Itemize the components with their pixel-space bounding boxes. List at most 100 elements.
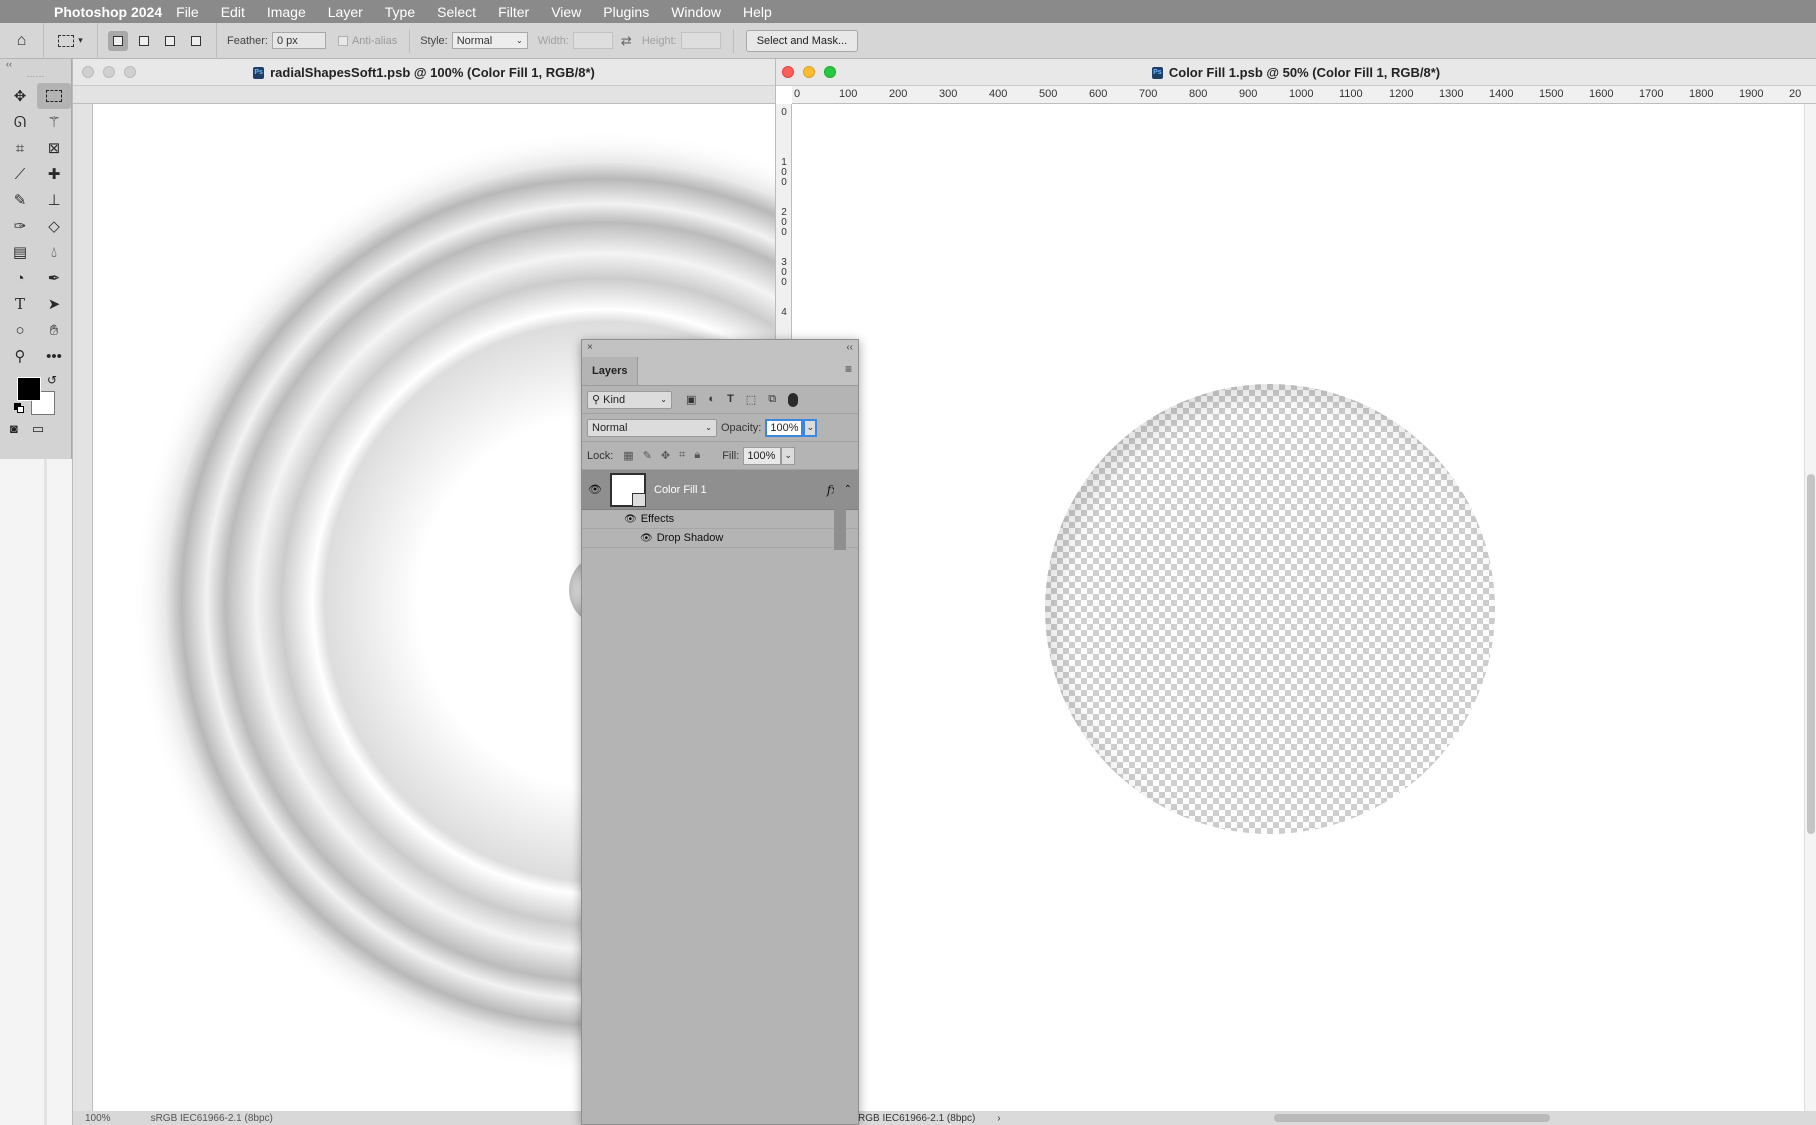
menu-help[interactable]: Help: [743, 4, 772, 20]
menu-bar: Photoshop 2024 File Edit Image Layer Typ…: [0, 0, 1816, 23]
screen-mode-icon[interactable]: ▭: [32, 421, 44, 437]
swap-dimensions-icon[interactable]: ⇄: [621, 33, 632, 49]
lock-position-icon[interactable]: ✥: [661, 449, 670, 462]
opacity-dropdown[interactable]: ⌄: [803, 418, 818, 437]
eye-icon[interactable]: 👁︎: [624, 514, 637, 525]
menu-image[interactable]: Image: [267, 4, 306, 20]
hand-icon[interactable]: ✋︎: [37, 317, 71, 343]
pixel-filter-icon[interactable]: ▣: [686, 393, 696, 407]
lasso-icon[interactable]: ᘏ: [3, 109, 37, 135]
menu-edit[interactable]: Edit: [221, 4, 245, 20]
close-icon[interactable]: ×: [587, 342, 593, 353]
move-icon[interactable]: ✥: [3, 83, 37, 109]
height-input[interactable]: [680, 32, 721, 49]
panel-menu-icon[interactable]: ≡: [845, 362, 852, 376]
horizontal-scroll-thumb[interactable]: [1274, 1114, 1550, 1122]
blend-mode-select[interactable]: Normal ⌄: [587, 418, 717, 437]
foreground-color[interactable]: [17, 377, 41, 401]
type-filter-icon[interactable]: T: [727, 393, 734, 407]
stamp-icon[interactable]: ⊥: [37, 187, 71, 213]
width-input[interactable]: [572, 32, 613, 49]
swap-colors-icon[interactable]: ↺: [47, 373, 57, 387]
path-select-icon[interactable]: ➤: [37, 291, 71, 317]
intersect-selection-button[interactable]: [186, 31, 206, 51]
canvas[interactable]: [792, 104, 1804, 1111]
adjustment-filter-icon[interactable]: ◐: [708, 393, 715, 407]
home-icon[interactable]: ⌂: [0, 22, 44, 59]
menu-select[interactable]: Select: [437, 4, 476, 20]
tab-layers[interactable]: Layers: [582, 357, 639, 385]
fill-dropdown[interactable]: ⌄: [781, 446, 796, 465]
layer-name[interactable]: Color Fill 1: [654, 484, 707, 496]
ellipse-icon[interactable]: ○: [3, 317, 37, 343]
color-profile[interactable]: RGB IEC61966-2.1 (8bpc): [858, 1113, 975, 1124]
quick-mask-icon[interactable]: ◙: [10, 421, 18, 437]
gradient-icon[interactable]: ▤: [3, 239, 37, 265]
panel-grip[interactable]: ······: [0, 69, 71, 83]
color-profile[interactable]: sRGB IEC61966-2.1 (8bpc): [151, 1113, 273, 1124]
select-and-mask-button[interactable]: Select and Mask...: [745, 29, 859, 52]
layer-thumbnail[interactable]: [610, 472, 646, 507]
marquee-icon[interactable]: [37, 83, 71, 109]
pen-icon[interactable]: ✒: [37, 265, 71, 291]
smart-object-filter-icon[interactable]: ⧉: [768, 393, 776, 407]
scroll-thumb[interactable]: [1807, 474, 1815, 834]
menu-type[interactable]: Type: [385, 4, 415, 20]
antialias-checkbox[interactable]: Anti-alias: [337, 35, 397, 47]
blur-icon[interactable]: 💧︎: [37, 239, 71, 265]
menu-filter[interactable]: Filter: [498, 4, 529, 20]
opacity-input[interactable]: 100%: [765, 418, 804, 437]
magic-wand-icon[interactable]: ⚚: [37, 109, 71, 135]
menu-plugins[interactable]: Plugins: [603, 4, 649, 20]
menu-view[interactable]: View: [551, 4, 581, 20]
effects-row[interactable]: 👁︎ Effects: [582, 510, 858, 529]
add-selection-button[interactable]: [134, 31, 154, 51]
dodge-icon[interactable]: ◔: [3, 265, 37, 291]
document-titlebar[interactable]: Ps radialShapesSoft1.psb @ 100% (Color Fi…: [73, 59, 775, 86]
filter-toggle[interactable]: [788, 392, 799, 407]
healing-icon[interactable]: ✚: [37, 161, 71, 187]
eye-icon[interactable]: 👁︎: [640, 533, 653, 544]
history-brush-icon[interactable]: ✑: [3, 213, 37, 239]
vertical-ruler[interactable]: [73, 104, 93, 1125]
feather-input[interactable]: 0 px: [271, 32, 326, 49]
panel-scrollbar[interactable]: [834, 472, 846, 550]
fill-input[interactable]: 100%: [743, 446, 782, 465]
horizontal-ruler[interactable]: 0 100 200 300 400 500 600 700 800 900 10…: [792, 86, 1816, 104]
kind-filter-select[interactable]: ⚲ Kind ⌄: [587, 390, 672, 409]
collapse-icon[interactable]: ‹‹: [846, 342, 853, 353]
vertical-scrollbar[interactable]: [1804, 104, 1816, 1111]
chevron-right-icon[interactable]: ›: [997, 1113, 1000, 1124]
crop-icon[interactable]: ⌗: [3, 135, 37, 161]
panel-header[interactable]: × ‹‹: [582, 340, 858, 354]
tool-preset-picker[interactable]: ▾: [44, 22, 98, 59]
shape-filter-icon[interactable]: ⬚: [746, 393, 756, 407]
lock-artboard-icon[interactable]: ⌗: [679, 449, 685, 462]
eraser-icon[interactable]: ◇: [37, 213, 71, 239]
frame-icon[interactable]: ⊠: [37, 135, 71, 161]
more-icon[interactable]: •••: [37, 343, 71, 369]
effect-item-row[interactable]: 👁︎ Drop Shadow: [582, 529, 858, 548]
default-colors-icon[interactable]: [14, 403, 24, 413]
document-titlebar[interactable]: Ps Color Fill 1.psb @ 50% (Color Fill 1, …: [776, 59, 1816, 86]
zoom-level[interactable]: 100%: [85, 1113, 111, 1124]
zoom-icon[interactable]: ⚲: [3, 343, 37, 369]
menu-layer[interactable]: Layer: [328, 4, 363, 20]
brush-icon[interactable]: ✎: [3, 187, 37, 213]
subtract-selection-button[interactable]: [160, 31, 180, 51]
type-icon[interactable]: T: [3, 291, 37, 317]
lock-transparency-icon[interactable]: ▦: [623, 449, 633, 462]
lock-pixels-icon[interactable]: ✎: [643, 449, 652, 462]
menu-file[interactable]: File: [176, 4, 199, 20]
style-select[interactable]: Normal ⌄: [451, 32, 528, 49]
horizontal-ruler[interactable]: [73, 86, 775, 104]
collapse-icon[interactable]: ‹‹: [0, 59, 71, 69]
search-icon: ⚲: [592, 394, 601, 406]
lock-icon[interactable]: 🔒︎: [694, 449, 700, 462]
menu-window[interactable]: Window: [671, 4, 721, 20]
eyedropper-icon[interactable]: ⟋: [3, 161, 37, 187]
new-selection-button[interactable]: [108, 30, 128, 51]
menu-app-name[interactable]: Photoshop 2024: [54, 4, 162, 20]
eye-icon[interactable]: 👁︎: [582, 483, 608, 496]
layer-row[interactable]: 👁︎ Color Fill 1 fx ⌃: [582, 470, 858, 510]
